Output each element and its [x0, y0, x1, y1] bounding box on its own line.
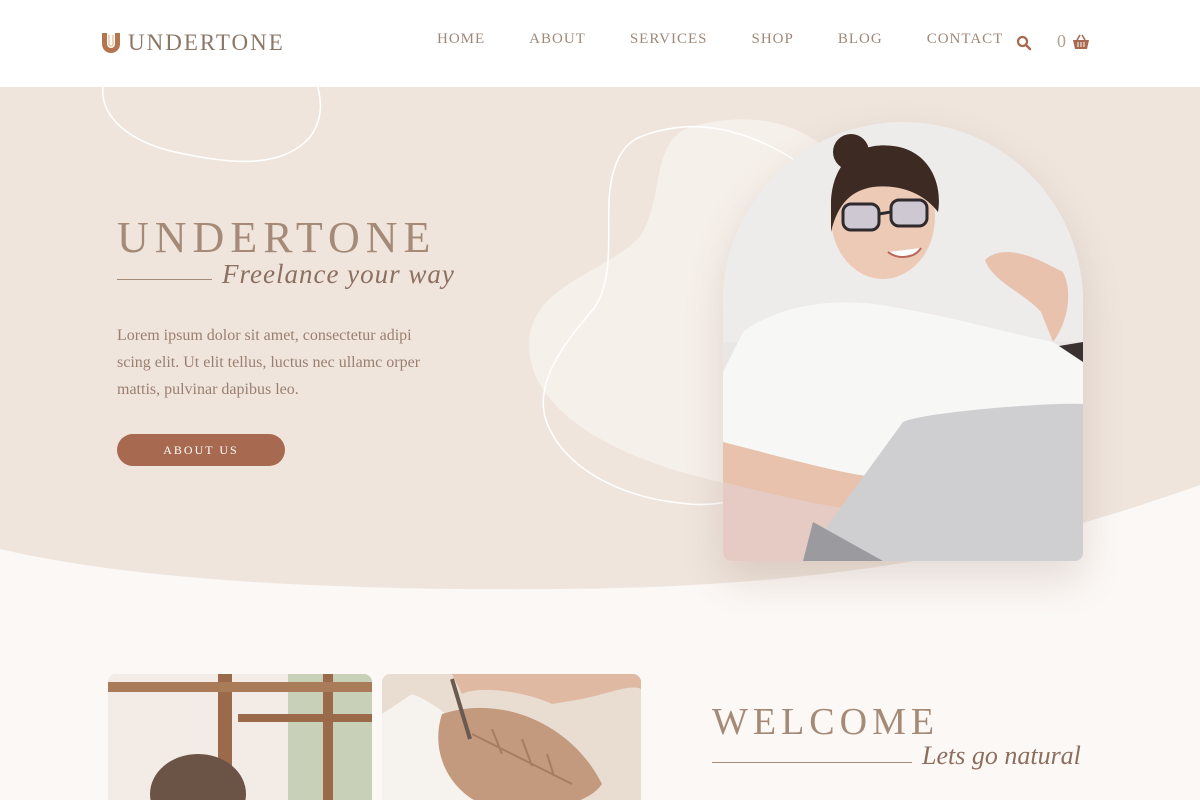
nav-about[interactable]: ABOUT — [529, 31, 586, 48]
nav-services[interactable]: SERVICES — [630, 31, 708, 48]
u-monogram-icon — [102, 33, 120, 53]
hero-title: UNDERTONE — [117, 213, 437, 262]
about-us-button[interactable]: ABOUT US — [117, 434, 285, 466]
nav-contact[interactable]: CONTACT — [927, 31, 1004, 48]
pottery-carving-image — [382, 674, 641, 800]
hero-photo — [723, 122, 1083, 561]
gallery-photo-pottery — [382, 674, 641, 800]
welcome-title: WELCOME — [712, 701, 940, 743]
nav-home[interactable]: HOME — [437, 31, 485, 48]
search-icon[interactable] — [1016, 35, 1032, 51]
hero-divider — [117, 279, 212, 280]
nav-shop[interactable]: SHOP — [752, 31, 794, 48]
nav-blog[interactable]: BLOG — [838, 31, 883, 48]
basket-icon — [1073, 34, 1089, 49]
welcome-subtitle: Lets go natural — [922, 741, 1081, 770]
site-header: UNDERTONE HOME ABOUT SERVICES SHOP BLOG … — [0, 0, 1200, 87]
hero-subtitle: Freelance your way — [222, 259, 455, 289]
window-portrait-image — [108, 674, 372, 800]
welcome-divider — [712, 762, 912, 763]
cart-button[interactable]: 0 — [1057, 31, 1090, 52]
main-nav: HOME ABOUT SERVICES SHOP BLOG CONTACT — [437, 31, 1003, 48]
cart-count: 0 — [1057, 31, 1066, 51]
logo-text: UNDERTONE — [128, 30, 285, 55]
gallery-photo-window — [108, 674, 372, 800]
site-logo[interactable]: UNDERTONE — [100, 30, 285, 56]
woman-laptop-illustration — [723, 122, 1083, 561]
hero-description: Lorem ipsum dolor sit amet, consectetur … — [117, 327, 421, 398]
